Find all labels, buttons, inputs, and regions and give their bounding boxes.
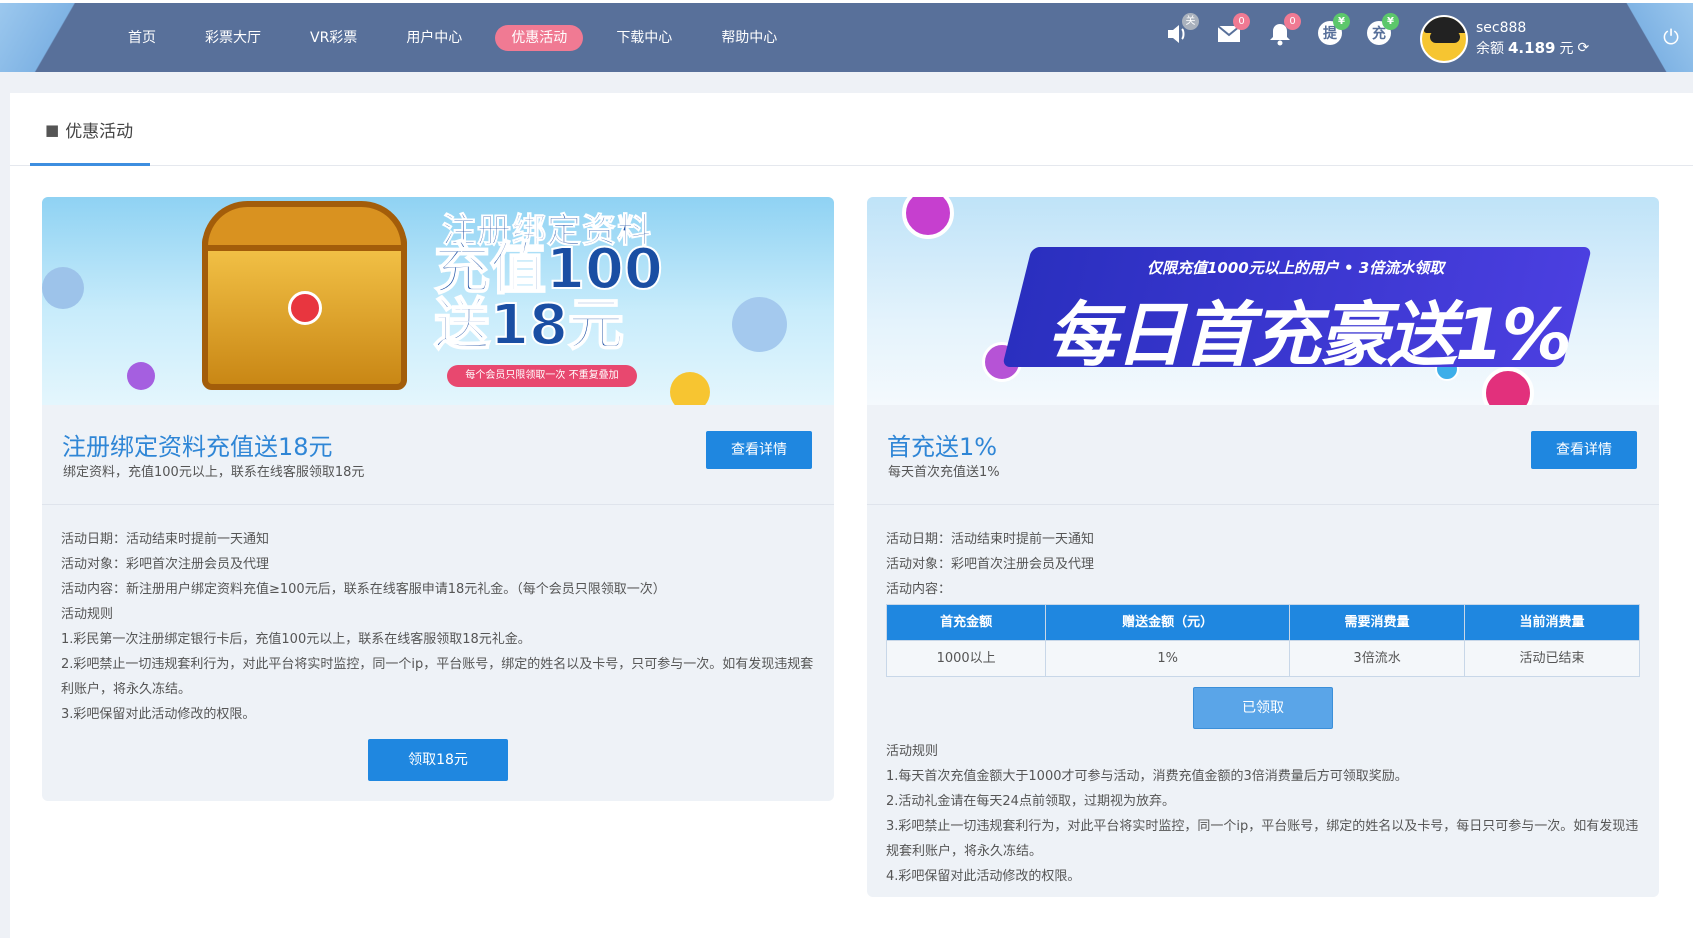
panel-header: ■ 优惠活动	[10, 93, 1693, 166]
bell-icon[interactable]: 0	[1267, 13, 1301, 47]
username: sec888	[1476, 20, 1527, 36]
table-cell: 3倍流水	[1289, 640, 1466, 677]
main-nav: 首页 彩票大厅 VR彩票 用户中心 优惠活动 下载中心 帮助中心	[112, 25, 810, 51]
card-header: 注册绑定资料充值送18元 绑定资料，充值100元以上，联系在线客服领取18元 查…	[42, 405, 834, 505]
withdraw-icon[interactable]: 提 ¥	[1318, 13, 1350, 45]
rule-line: 4.彩吧保留对此活动修改的权限。	[886, 869, 1081, 884]
balance-row: 余额 4.189 元 ⟳	[1476, 38, 1589, 58]
card-title: 注册绑定资料充值送18元	[62, 433, 333, 461]
refresh-icon[interactable]: ⟳	[1577, 40, 1589, 56]
banner-main: 每日首充豪送1%	[1047, 294, 1572, 376]
nav-item-downloads[interactable]: 下载中心	[600, 25, 688, 51]
rule-line: 1.彩民第一次注册绑定银行卡后，充值100元以上，联系在线客服领取18元礼金。	[61, 632, 531, 647]
rule-line: 活动规则	[61, 607, 114, 622]
promo-banner-register[interactable]: 注册绑定资料 充值100 送18元 每个会员只限领取一次 不重复叠加	[42, 197, 834, 405]
page-title: ■ 优惠活动	[45, 117, 134, 143]
promo-banner-first-deposit[interactable]: 仅限充值1000元以上的用户 • 3倍流水领取 每日首充豪送1%	[867, 197, 1659, 405]
decorative-corner	[0, 3, 95, 72]
activity-table: 首充金额 赠送金额（元） 需要消费量 当前消费量 1000以上 1% 3倍流水 …	[885, 604, 1640, 677]
bell-badge: 0	[1284, 13, 1301, 30]
mail-badge: 0	[1233, 13, 1250, 30]
toolbar-icons: 关 0 0 提 ¥ 充 ¥	[1165, 13, 1399, 47]
logout-power-icon[interactable]: ⏻	[1663, 25, 1679, 49]
rule-line: 活动日期：活动结束时提前一天通知	[886, 532, 1095, 547]
withdraw-badge: ¥	[1333, 13, 1350, 30]
balance-currency: 元	[1559, 41, 1574, 57]
content-panel: ■ 优惠活动 注册绑定资料 充值100 送18元 每个会员只限领取一次 不重复叠…	[10, 93, 1693, 938]
view-details-button[interactable]: 查看详情	[1531, 431, 1637, 469]
card-body: 活动日期：活动结束时提前一天通知 活动对象：彩吧首次注册会员及代理 活动内容：新…	[42, 505, 834, 781]
nav-item-help[interactable]: 帮助中心	[705, 25, 793, 51]
promo-card-register: 注册绑定资料 充值100 送18元 每个会员只限领取一次 不重复叠加 注册绑定资…	[42, 197, 834, 801]
claim-button[interactable]: 领取18元	[368, 739, 508, 781]
banner-line3: 送18元	[433, 293, 625, 358]
rule-line: 活动对象：彩吧首次注册会员及代理	[61, 557, 270, 572]
nav-item-user-center[interactable]: 用户中心	[390, 25, 478, 51]
nav-item-promotions[interactable]: 优惠活动	[495, 25, 584, 51]
view-details-button[interactable]: 查看详情	[706, 431, 812, 469]
rule-line: 活动规则	[886, 744, 939, 759]
nav-item-lottery-hall[interactable]: 彩票大厅	[189, 25, 277, 51]
card-subtitle: 每天首次充值送1%	[888, 465, 1000, 480]
gift-icon: ■	[45, 120, 60, 139]
nav-item-vr-lottery[interactable]: VR彩票	[294, 25, 373, 51]
card-subtitle: 绑定资料，充值100元以上，联系在线客服领取18元	[63, 465, 365, 480]
speaker-icon[interactable]: 关	[1165, 13, 1199, 47]
rule-line: 2.活动礼金请在每天24点前领取，过期视为放弃。	[886, 794, 1175, 809]
nav-item-home[interactable]: 首页	[112, 25, 172, 51]
claimed-button[interactable]: 已领取	[1193, 687, 1333, 729]
card-header: 首充送1% 每天首次充值送1% 查看详情	[867, 405, 1659, 505]
table-header: 首充金额	[885, 604, 1047, 641]
rule-line: 活动日期：活动结束时提前一天通知	[61, 532, 270, 547]
balance-label: 余额	[1476, 41, 1504, 57]
rule-line: 3.彩吧禁止一切违规套利行为，对此平台将实时监控，同一个ip，平台账号，绑定的姓…	[886, 819, 1639, 859]
card-body: 活动日期：活动结束时提前一天通知 活动对象：彩吧首次注册会员及代理 活动内容： …	[867, 505, 1659, 889]
decorative-corner	[1623, 3, 1693, 72]
promo-card-first-deposit: 仅限充值1000元以上的用户 • 3倍流水领取 每日首充豪送1% 首充送1% 每…	[867, 197, 1659, 897]
top-nav-bar: 首页 彩票大厅 VR彩票 用户中心 优惠活动 下载中心 帮助中心 关 0 0 提…	[0, 0, 1693, 72]
mail-icon[interactable]: 0	[1216, 13, 1250, 47]
treasure-chest-image	[202, 201, 407, 390]
table-cell: 1%	[1045, 640, 1291, 677]
page-title-text: 优惠活动	[65, 122, 134, 142]
avatar[interactable]	[1420, 15, 1468, 63]
banner-sub: 仅限充值1000元以上的用户 • 3倍流水领取	[1147, 259, 1445, 277]
rule-line: 2.彩吧禁止一切违规套利行为，对此平台将实时监控，同一个ip，平台账号，绑定的姓…	[61, 657, 814, 697]
user-panel: sec888 余额 4.189 元 ⟳	[1420, 15, 1589, 63]
deposit-icon[interactable]: 充 ¥	[1367, 13, 1399, 45]
rule-line: 活动内容：	[886, 582, 952, 597]
rule-line: 3.彩吧保留对此活动修改的权限。	[61, 707, 256, 722]
balance-value: 4.189	[1508, 39, 1556, 57]
table-cell: 1000以上	[885, 640, 1047, 677]
table-cell: 活动已结束	[1464, 640, 1640, 677]
banner-pill: 每个会员只限领取一次 不重复叠加	[447, 365, 637, 387]
rule-line: 活动对象：彩吧首次注册会员及代理	[886, 557, 1095, 572]
sound-badge: 关	[1182, 13, 1199, 30]
banner-line2: 充值100	[433, 237, 664, 302]
table-row: 1000以上 1% 3倍流水 活动已结束	[885, 640, 1640, 677]
rule-line: 1.每天首次充值金额大于1000才可参与活动，消费充值金额的3倍消费量后方可领取…	[886, 769, 1408, 784]
deposit-badge: ¥	[1382, 13, 1399, 30]
table-header: 需要消费量	[1289, 604, 1466, 641]
card-title: 首充送1%	[887, 433, 998, 461]
table-header: 当前消费量	[1464, 604, 1640, 641]
table-header: 赠送金额（元）	[1045, 604, 1291, 641]
tab-underline	[30, 163, 150, 166]
rule-line: 活动内容：新注册用户绑定资料充值≥100元后，联系在线客服申请18元礼金。（每个…	[61, 582, 666, 597]
